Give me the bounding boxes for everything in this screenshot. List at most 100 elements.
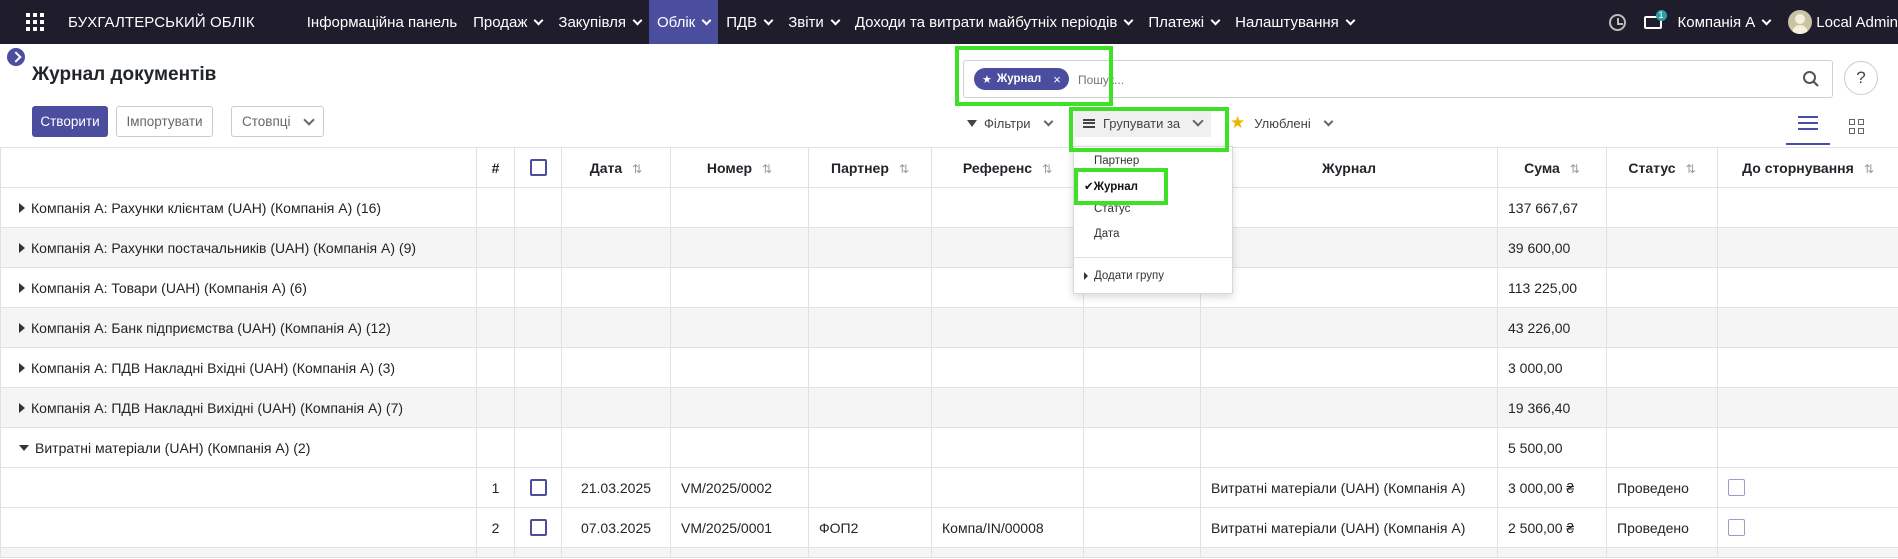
search-facet-journal[interactable]: ★ Журнал ×: [974, 68, 1069, 90]
search-icon[interactable]: [1802, 70, 1820, 88]
column-header-select-all[interactable]: [514, 147, 562, 188]
row-select[interactable]: [514, 507, 562, 548]
menu-item-3[interactable]: Облік: [649, 0, 719, 44]
add-custom-group-toggle[interactable]: Додати групу: [1084, 270, 1164, 282]
column-header-reversal[interactable]: До сторнування ⇅: [1717, 147, 1898, 188]
columns-label: Стовпці: [242, 114, 291, 129]
table-cell: [476, 227, 515, 268]
apps-menu-icon[interactable]: [26, 13, 44, 31]
groupby-option-journal[interactable]: ✔Журнал: [1084, 179, 1138, 193]
row-checkbox[interactable]: [529, 519, 547, 537]
group-row[interactable]: Компанія A: ПДВ Накладні Вхідні (UAH) (К…: [0, 347, 1898, 388]
group-label[interactable]: Компанія A: ПДВ Накладні Вхідні (UAH) (К…: [0, 347, 477, 388]
group-row[interactable]: Компанія A: Рахунки постачальників (UAH)…: [0, 227, 1898, 268]
table-cell: [1606, 187, 1718, 228]
column-header-journal[interactable]: Журнал: [1200, 147, 1498, 188]
reversal-checkbox[interactable]: [1728, 519, 1745, 537]
groupby-button[interactable]: Групувати за: [1075, 109, 1211, 137]
table-cell: [1606, 267, 1718, 308]
menu-item-1[interactable]: Продаж: [465, 0, 550, 44]
table-cell: [670, 347, 809, 388]
help-button[interactable]: ?: [1844, 61, 1878, 95]
column-header-amount[interactable]: Сума ⇅: [1497, 147, 1607, 188]
avatar[interactable]: [1788, 10, 1813, 34]
table-cell: [1606, 307, 1718, 348]
table-cell: [561, 227, 671, 268]
row-checkbox[interactable]: [529, 479, 547, 497]
reversal-checkbox[interactable]: [1728, 479, 1745, 497]
groupby-option-status[interactable]: Статус: [1094, 203, 1130, 215]
sort-icon: ⇅: [1685, 161, 1696, 176]
group-label[interactable]: Витратні матеріали (UAH) (Компанія A) (2…: [0, 427, 477, 468]
column-header-reference[interactable]: Референс ⇅: [931, 147, 1084, 188]
menu-item-2[interactable]: Закупівля: [550, 0, 649, 44]
menu-item-label: Налаштування: [1235, 13, 1339, 31]
column-header-status[interactable]: Статус ⇅: [1606, 147, 1718, 188]
favorites-button[interactable]: ★ Улюблені: [1230, 112, 1334, 134]
cell-reversal[interactable]: [1717, 467, 1898, 508]
chevron-down-icon: [763, 15, 774, 25]
table-cell: [1717, 547, 1898, 558]
group-label[interactable]: Компанія A: Рахунки постачальників (UAH)…: [0, 227, 477, 268]
group-row[interactable]: Компанія A: Рахунки клієнтам (UAH) (Комп…: [0, 187, 1898, 228]
company-switcher[interactable]: Компанія A: [1677, 13, 1772, 31]
group-label-text: Компанія A: Рахунки постачальників (UAH)…: [31, 239, 417, 256]
group-label[interactable]: Компанія A: ПДВ Накладні Вихідні (UAH) (…: [0, 387, 477, 428]
group-label[interactable]: Компанія A: Рахунки клієнтам (UAH) (Комп…: [0, 187, 477, 228]
table-row[interactable]: 2 07.03.2025 VM/2025/0001 ФОП2 Компа/IN/0000…: [0, 507, 1898, 548]
menu-item-0[interactable]: Інформаційна панель: [299, 0, 465, 44]
group-row[interactable]: Витратні матеріали (UAH) (Компанія A) (2…: [0, 427, 1898, 468]
menu-item-8[interactable]: Налаштування: [1227, 0, 1362, 44]
table-cell: [808, 387, 932, 428]
cell-reversal[interactable]: [1717, 507, 1898, 548]
filters-label: Фільтри: [984, 115, 1031, 131]
group-amount: 43 226,00: [1497, 307, 1607, 348]
group-amount: 39 600,00: [1497, 227, 1607, 268]
messages-icon[interactable]: 1: [1643, 10, 1667, 30]
table-cell: [931, 187, 1084, 228]
columns-button[interactable]: Стовпці: [231, 106, 324, 137]
groupby-option-partner[interactable]: Партнер: [1094, 155, 1139, 167]
group-label[interactable]: Компанія A: Товари (UAH) (Компанія A) (6…: [0, 267, 477, 308]
table-cell: [931, 427, 1084, 468]
kanban-view-icon[interactable]: [1849, 119, 1864, 134]
import-button[interactable]: Імпортувати: [116, 106, 213, 137]
company-name: Компанія A: [1677, 13, 1756, 31]
table-cell: [476, 387, 515, 428]
menu-item-label: Продаж: [473, 13, 528, 31]
active-view-indicator: [1786, 143, 1830, 145]
table-cell: [561, 187, 671, 228]
cell-status: Проведено: [1606, 467, 1718, 508]
caret-right-icon: [1084, 272, 1088, 280]
menu-item-5[interactable]: Звіти: [780, 0, 847, 44]
menu-item-6[interactable]: Доходи та витрати майбутніх періодів: [847, 0, 1141, 44]
group-label[interactable]: Компанія A: Банк підприємства (UAH) (Ком…: [0, 307, 477, 348]
select-all-checkbox[interactable]: [529, 159, 547, 177]
groupby-dropdown: Партнер ✔Журнал Статус Дата Додати групу: [1073, 146, 1233, 294]
facet-label: Журнал: [996, 73, 1042, 85]
menu-item-7[interactable]: Платежі: [1140, 0, 1227, 44]
column-header-date[interactable]: Дата ⇅: [561, 147, 671, 188]
search-bar[interactable]: ★ Журнал ×: [963, 60, 1833, 98]
facet-remove-icon[interactable]: ×: [1053, 72, 1061, 87]
table-cell: [476, 547, 515, 558]
app-brand[interactable]: БУХГАЛТЕРСЬКИЙ ОБЛІК: [68, 14, 255, 31]
group-row[interactable]: Компанія A: Банк підприємства (UAH) (Ком…: [0, 307, 1898, 348]
table-cell: [1717, 227, 1898, 268]
create-button[interactable]: Створити: [32, 106, 108, 137]
table-cell: [561, 387, 671, 428]
column-header-partner[interactable]: Партнер ⇅: [808, 147, 932, 188]
row-select[interactable]: [514, 467, 562, 508]
activity-clock-icon[interactable]: [1608, 13, 1626, 31]
table-row[interactable]: 1 21.03.2025 VM/2025/0002 Витратні матеріал…: [0, 467, 1898, 508]
menu-item-4[interactable]: ПДВ: [718, 0, 780, 44]
search-input[interactable]: [1078, 70, 1678, 90]
sidebar-toggle-icon[interactable]: [7, 48, 25, 66]
group-row[interactable]: Компанія A: Товари (UAH) (Компанія A) (6…: [0, 267, 1898, 308]
groupby-option-date[interactable]: Дата: [1094, 228, 1119, 240]
group-row[interactable]: Компанія A: ПДВ Накладні Вихідні (UAH) (…: [0, 387, 1898, 428]
user-name[interactable]: Local Admin: [1816, 14, 1898, 31]
filters-button[interactable]: Фільтри: [967, 112, 1054, 134]
column-header-number[interactable]: Номер ⇅: [670, 147, 809, 188]
list-view-icon[interactable]: [1798, 116, 1818, 130]
